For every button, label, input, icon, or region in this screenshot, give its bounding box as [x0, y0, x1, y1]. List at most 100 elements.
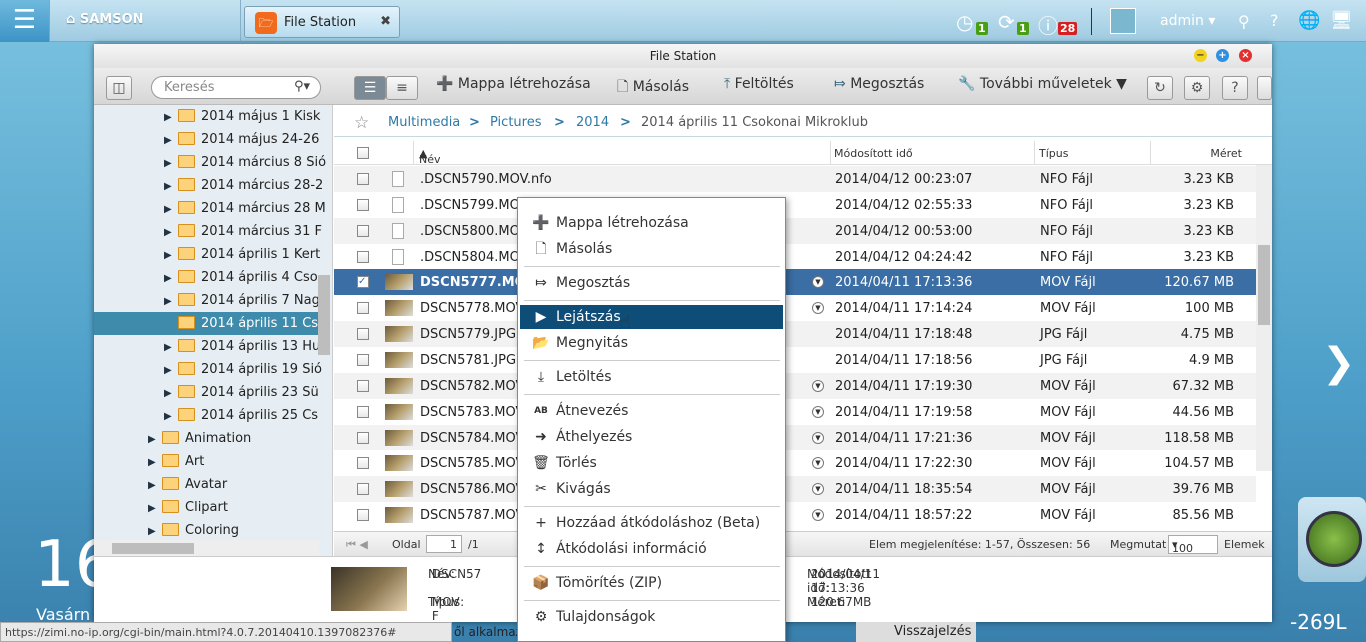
tree-scrollbar[interactable] — [318, 275, 330, 355]
file-row[interactable]: DSCN5781.JPG 2014/04/11 17:18:56 JPG Fájl 4… — [334, 346, 1256, 373]
create-folder-button[interactable]: ➕ Mappa létrehozása — [436, 76, 591, 92]
menu-item[interactable]: ▶ Lejátszás — [520, 305, 783, 329]
globe-icon[interactable]: 🌐 — [1298, 10, 1320, 31]
menu-item[interactable]: AB Átnevezés — [520, 399, 783, 423]
expand-arrow-icon[interactable]: ▶ — [164, 221, 178, 244]
row-checkbox[interactable] — [357, 483, 369, 496]
chevron-down-icon[interactable]: ▼ — [812, 457, 824, 470]
expand-arrow-icon[interactable]: ▶ — [164, 359, 178, 382]
tree-item[interactable]: ▶ Animation — [94, 427, 319, 450]
search-icon[interactable]: ⚲▾ — [294, 79, 310, 94]
list-view-button[interactable]: ☰ — [354, 76, 386, 100]
tree-item[interactable]: ▶ Clipart — [94, 496, 319, 519]
file-row[interactable]: DSCN5779.JPG 2014/04/11 17:18:48 JPG Fájl 4… — [334, 321, 1256, 348]
detail-view-button[interactable]: ≡ — [386, 76, 418, 100]
monitor-icon[interactable]: 🖥 — [1330, 10, 1353, 31]
expand-arrow-icon[interactable]: ▶ — [164, 106, 178, 129]
file-row[interactable]: ✓ DSCN5777.MOV ▼ 2014/04/11 17:13:36 MOV Fáj… — [334, 269, 1256, 296]
file-row[interactable]: .DSCN5799.MOV 2014/04/12 02:55:33 NFO Fájl… — [334, 191, 1256, 218]
search-icon[interactable]: ⚲ — [1238, 12, 1250, 31]
row-checkbox[interactable] — [357, 250, 369, 263]
panel-button[interactable] — [1257, 76, 1272, 100]
expand-arrow-icon[interactable]: ▶ — [148, 497, 162, 520]
tree-item[interactable]: ▶ Art — [94, 450, 319, 473]
menu-item[interactable]: + Hozzáad átkódoláshoz (Beta) — [520, 511, 783, 535]
row-checkbox[interactable] — [357, 353, 369, 366]
tree-item[interactable]: ▶ 2014 április 23 Sü — [94, 381, 319, 404]
row-checkbox[interactable] — [357, 405, 369, 418]
expand-arrow-icon[interactable]: ▶ — [164, 175, 178, 198]
row-checkbox[interactable] — [357, 224, 369, 237]
expand-arrow-icon[interactable]: ▶ — [148, 428, 162, 451]
file-row[interactable]: .DSCN5804.MOV 2014/04/12 04:24:42 NFO Fájl… — [334, 243, 1256, 270]
devices-icon[interactable]: ⟳ — [998, 10, 1015, 34]
breadcrumb-item[interactable]: 2014 — [576, 115, 609, 130]
close-button[interactable]: × — [1239, 49, 1252, 62]
page-input[interactable]: 1 — [426, 535, 462, 553]
row-checkbox[interactable] — [357, 431, 369, 444]
help-icon[interactable]: ? — [1270, 11, 1279, 30]
file-row[interactable]: DSCN5787.MOV ▼ 2014/04/11 18:57:22 MOV Fájl… — [334, 502, 1256, 529]
expand-arrow-icon[interactable]: ▶ — [164, 290, 178, 313]
breadcrumb-item[interactable]: Pictures — [490, 115, 541, 130]
more-actions-button[interactable]: 🔧 További műveletek ▼ — [958, 76, 1127, 92]
chevron-down-icon[interactable]: ▼ — [812, 431, 824, 444]
row-checkbox[interactable] — [357, 379, 369, 392]
expand-arrow-icon[interactable]: ▶ — [148, 474, 162, 497]
user-menu[interactable]: admin ▾ — [1160, 13, 1215, 29]
column-name[interactable]: Név ▲ — [419, 147, 441, 166]
expand-arrow-icon[interactable]: ▶ — [164, 198, 178, 221]
expand-arrow-icon[interactable]: ▶ — [164, 129, 178, 152]
app-tab-file-station[interactable]: 🗁 File Station ✖ — [244, 6, 400, 38]
share-button[interactable]: ⤇ Megosztás — [834, 76, 924, 92]
file-row[interactable]: DSCN5778.MOV ▼ 2014/04/11 17:14:24 MOV Fájl… — [334, 295, 1256, 322]
main-menu-button[interactable]: ☰ — [0, 0, 50, 42]
column-type[interactable]: Típus — [1039, 147, 1068, 160]
menu-item[interactable]: ⤓ Letöltés — [520, 365, 783, 389]
column-size[interactable]: Méret — [1210, 147, 1242, 160]
chevron-down-icon[interactable]: ▼ — [812, 276, 824, 289]
tree-item[interactable]: ▶ 2014 április 7 Nag — [94, 289, 320, 313]
menu-item[interactable]: 📦 Tömörítés (ZIP) — [520, 571, 783, 595]
menu-item[interactable]: 🗋 Másolás — [520, 237, 783, 261]
file-list-scrollbar[interactable] — [1256, 165, 1272, 471]
help-button[interactable]: ? — [1222, 76, 1248, 100]
row-checkbox[interactable] — [357, 328, 369, 341]
first-page-button[interactable]: ⏮ ◀ — [346, 538, 368, 552]
row-checkbox[interactable] — [357, 173, 369, 185]
row-checkbox[interactable] — [357, 198, 369, 211]
maximize-button[interactable]: + — [1216, 49, 1229, 62]
search-input[interactable]: Keresés ⚲▾ — [151, 76, 321, 99]
file-row[interactable]: DSCN5783.MOV ▼ 2014/04/11 17:19:58 MOV Fájl… — [334, 398, 1256, 425]
row-checkbox[interactable]: ✓ — [357, 276, 369, 289]
info-icon[interactable]: ⓘ — [1038, 10, 1058, 39]
chevron-down-icon[interactable]: ▼ — [812, 379, 824, 392]
tree-item[interactable]: ▶ 2014 március 28 M — [94, 197, 326, 221]
menu-item[interactable]: ✂ Kivágás — [520, 477, 783, 501]
clock-icon[interactable]: ◷ — [956, 10, 973, 34]
file-row[interactable]: DSCN5786.MOV ▼ 2014/04/11 18:35:54 MOV Fájl… — [334, 476, 1256, 503]
column-modified[interactable]: Módosított idő — [834, 147, 913, 160]
chevron-down-icon[interactable]: ▼ — [812, 405, 824, 418]
select-all-checkbox[interactable] — [357, 147, 369, 159]
tree-item[interactable]: ▶ 2014 március 31 F — [94, 220, 322, 244]
tree-item[interactable]: 2014 április 11 Cs — [94, 312, 319, 335]
settings-button[interactable]: ⚙ — [1184, 76, 1210, 100]
menu-item[interactable]: ⤇ Megosztás — [520, 271, 783, 295]
minimize-button[interactable]: − — [1194, 49, 1207, 62]
upload-button[interactable]: ⤒ Feltöltés — [724, 76, 794, 92]
tree-item[interactable]: ▶ 2014 április 25 Cs — [94, 404, 319, 427]
next-page-arrow-icon[interactable]: ❯ — [1322, 340, 1356, 386]
tree-item[interactable]: ▶ Coloring — [94, 519, 319, 542]
feedback-link[interactable]: Visszajelzés — [856, 622, 976, 642]
expand-arrow-icon[interactable]: ▶ — [148, 451, 162, 474]
expand-arrow-icon[interactable]: ▶ — [164, 382, 178, 405]
menu-item[interactable]: ⚙ Tulajdonságok — [520, 605, 783, 629]
chevron-down-icon[interactable]: ▼ — [812, 483, 824, 496]
tree-item[interactable]: ▶ 2014 május 1 Kisk — [94, 105, 320, 129]
tree-item[interactable]: ▶ 2014 április 1 Kert — [94, 243, 320, 266]
per-page-select[interactable]: 100 ▾ — [1168, 535, 1218, 555]
tree-item[interactable]: ▶ Avatar — [94, 473, 319, 496]
avatar[interactable] — [1110, 8, 1136, 34]
home-button[interactable]: ⌂ SAMSON — [66, 12, 144, 27]
